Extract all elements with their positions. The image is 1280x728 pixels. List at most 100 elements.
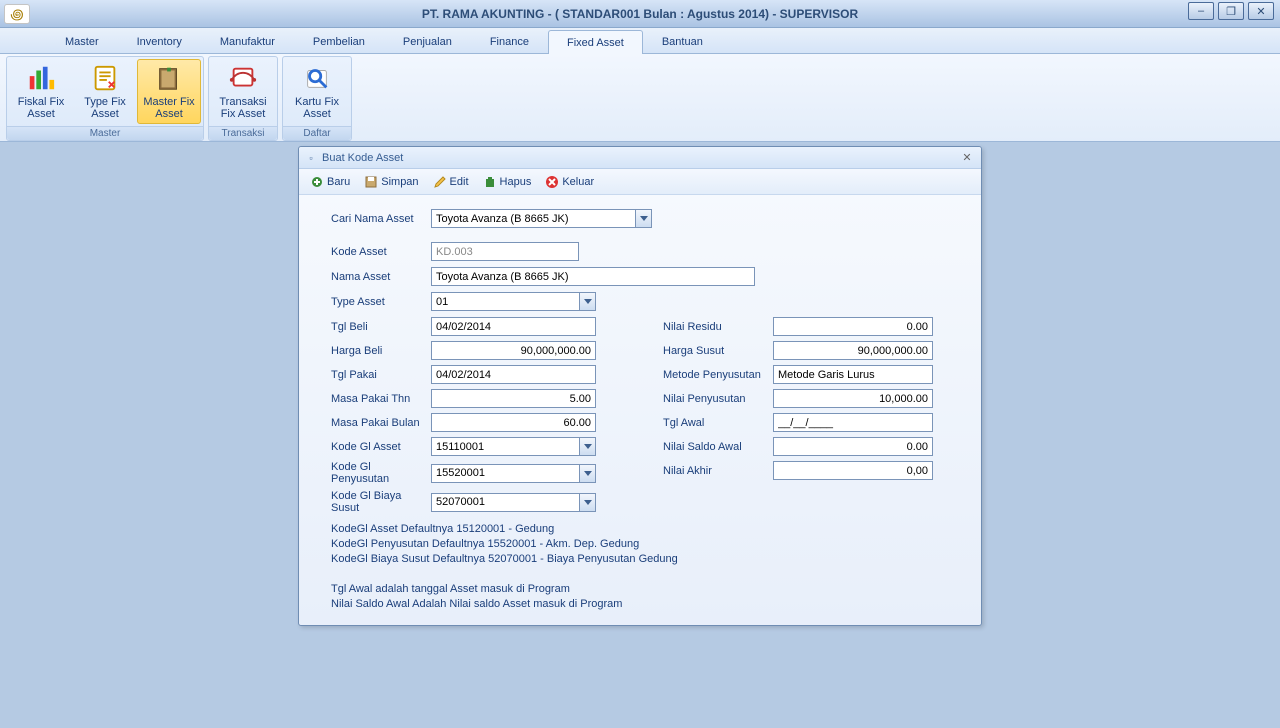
note-line: KodeGl Biaya Susut Defaultnya 52070001 -… [331,552,963,567]
ribbon-group-label: Master [7,126,203,140]
kode-asset-input [431,242,579,261]
tgl-pakai-input[interactable] [431,365,596,384]
toolbar-edit-button[interactable]: Edit [430,173,472,191]
gl-peny-dropdown-button[interactable] [579,464,596,483]
harga-susut-input[interactable] [773,341,933,360]
label-tgl-awal: Tgl Awal [663,417,773,429]
label-nama: Nama Asset [331,271,431,283]
kartu-fix-asset-button[interactable]: Kartu Fix Asset [285,59,349,124]
master-fix-asset-button-label: Master Fix Asset [140,96,198,120]
toolbar-keluar-button[interactable]: Keluar [542,173,597,191]
type-asset-dropdown-button[interactable] [579,292,596,311]
label-harga-susut: Harga Susut [663,345,773,357]
toolbar-edit-label: Edit [450,176,469,188]
workspace: ▫ Buat Kode Asset ✕ Baru Simpan Edit Hapus K… [0,142,1280,728]
dialog-toolbar: Baru Simpan Edit Hapus Keluar [299,169,981,195]
chevron-down-icon [584,444,592,449]
label-kode: Kode Asset [331,246,431,258]
label-nilai-peny: Nilai Penyusutan [663,393,773,405]
menu-tab-bantuan[interactable]: Bantuan [643,29,722,53]
master-fix-asset-button[interactable]: Master Fix Asset [137,59,201,124]
label-cari-nama: Cari Nama Asset [331,213,431,225]
transaksi-fix-asset-button[interactable]: Transaksi Fix Asset [211,59,275,124]
masa-thn-input[interactable] [431,389,596,408]
gl-asset-dropdown-button[interactable] [579,437,596,456]
notes-block: KodeGl Asset Defaultnya 15120001 - Gedun… [331,522,963,612]
note-line: KodeGl Penyusutan Defaultnya 15520001 - … [331,537,963,552]
menu-tab-finance[interactable]: Finance [471,29,548,53]
ribbon-group-master: Fiskal Fix AssetType Fix AssetMaster Fix… [6,56,204,141]
label-tgl-pakai: Tgl Pakai [331,369,431,381]
label-gl-peny: Kode Gl Penyusutan [331,461,431,485]
note-line: Nilai Saldo Awal Adalah Nilai saldo Asse… [331,597,963,612]
dialog-titlebar: ▫ Buat Kode Asset ✕ [299,147,981,169]
minimize-button[interactable]: – [1188,2,1214,20]
tgl-beli-input[interactable] [431,317,596,336]
hapus-icon [483,175,497,189]
menu-tab-penjualan[interactable]: Penjualan [384,29,471,53]
toolbar-hapus-label: Hapus [500,176,532,188]
type-fix-asset-button[interactable]: Type Fix Asset [73,59,137,124]
gl-biaya-combo[interactable] [431,493,579,512]
note-line: KodeGl Asset Defaultnya 15120001 - Gedun… [331,522,963,537]
baru-icon [310,175,324,189]
fiskal-fix-asset-icon [25,62,57,94]
menu-tab-pembelian[interactable]: Pembelian [294,29,384,53]
dialog-buat-kode-asset: ▫ Buat Kode Asset ✕ Baru Simpan Edit Hapus K… [298,146,982,626]
label-gl-asset: Kode Gl Asset [331,441,431,453]
dialog-body: Cari Nama Asset Kode Asset Nama Asset Ty… [299,195,981,620]
nilai-akhir-input[interactable] [773,461,933,480]
transaksi-fix-asset-button-label: Transaksi Fix Asset [214,96,272,120]
toolbar-baru-label: Baru [327,176,350,188]
masa-bln-input[interactable] [431,413,596,432]
main-menu: MasterInventoryManufakturPembelianPenjua… [0,28,1280,54]
nilai-residu-input[interactable] [773,317,933,336]
titlebar: ꩜ PT. RAMA AKUNTING - ( STANDAR001 Bulan… [0,0,1280,28]
type-fix-asset-icon [89,62,121,94]
label-metode: Metode Penyusutan [663,369,773,381]
chevron-down-icon [584,471,592,476]
master-fix-asset-icon [153,62,185,94]
edit-icon [433,175,447,189]
toolbar-simpan-button[interactable]: Simpan [361,173,421,191]
kartu-fix-asset-button-label: Kartu Fix Asset [288,96,346,120]
nilai-peny-input[interactable] [773,389,933,408]
saldo-awal-input[interactable] [773,437,933,456]
close-button[interactable]: ✕ [1248,2,1274,20]
gl-biaya-dropdown-button[interactable] [579,493,596,512]
label-nilai-residu: Nilai Residu [663,321,773,333]
toolbar-hapus-button[interactable]: Hapus [480,173,535,191]
nama-asset-input[interactable] [431,267,755,286]
gl-peny-combo[interactable] [431,464,579,483]
menu-tab-fixed-asset[interactable]: Fixed Asset [548,30,643,54]
maximize-button[interactable]: ❐ [1218,2,1244,20]
gl-asset-combo[interactable] [431,437,579,456]
menu-tab-manufaktur[interactable]: Manufaktur [201,29,294,53]
metode-input[interactable] [773,365,933,384]
cari-nama-dropdown-button[interactable] [635,209,652,228]
ribbon: Fiskal Fix AssetType Fix AssetMaster Fix… [0,54,1280,142]
menu-tab-master[interactable]: Master [46,29,118,53]
fiskal-fix-asset-button[interactable]: Fiskal Fix Asset [9,59,73,124]
dialog-icon: ▫ [305,152,317,164]
window-title: PT. RAMA AKUNTING - ( STANDAR001 Bulan :… [0,7,1280,21]
harga-beli-input[interactable] [431,341,596,360]
transaksi-fix-asset-icon [227,62,259,94]
ribbon-group-transaksi: Transaksi Fix AssetTransaksi [208,56,278,141]
app-icon: ꩜ [4,4,30,24]
type-asset-combo[interactable] [431,292,579,311]
label-masa-bln: Masa Pakai Bulan [331,417,431,429]
chevron-down-icon [584,299,592,304]
label-masa-thn: Masa Pakai Thn [331,393,431,405]
dialog-close-button[interactable]: ✕ [959,150,975,164]
label-harga-beli: Harga Beli [331,345,431,357]
simpan-icon [364,175,378,189]
toolbar-simpan-label: Simpan [381,176,418,188]
cari-nama-combo[interactable] [431,209,635,228]
toolbar-baru-button[interactable]: Baru [307,173,353,191]
ribbon-group-label: Daftar [283,126,351,140]
label-nilai-akhir: Nilai Akhir [663,465,773,477]
menu-tab-inventory[interactable]: Inventory [118,29,201,53]
tgl-awal-input[interactable] [773,413,933,432]
kartu-fix-asset-icon [301,62,333,94]
